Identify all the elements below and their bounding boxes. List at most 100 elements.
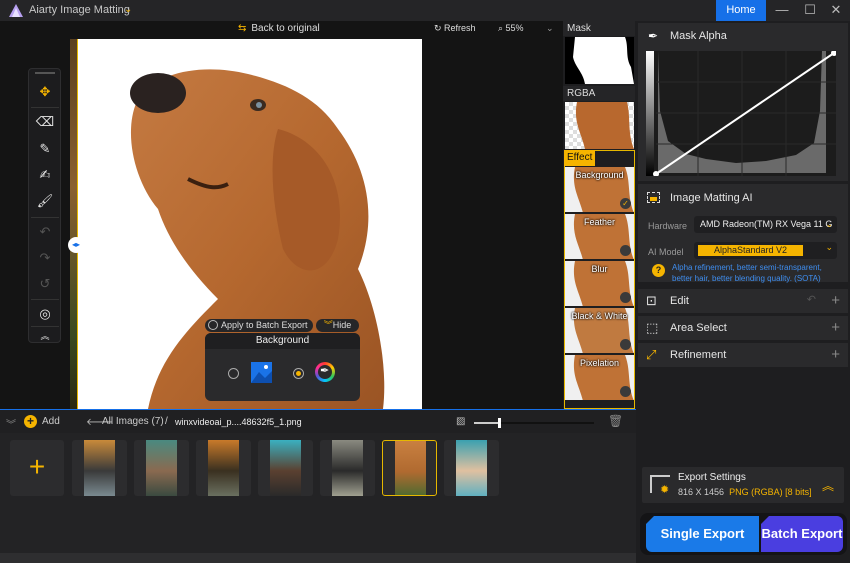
zoom-dropdown-chevron-icon[interactable]: ⌄ (546, 23, 554, 34)
double-chevron-up-icon[interactable]: ︽ (822, 477, 834, 494)
rgba-label: RGBA (563, 86, 635, 101)
gallery-thumbnail[interactable] (196, 440, 251, 496)
undo-icon[interactable]: ↶ (807, 293, 816, 306)
compare-slider-handle[interactable]: ◂▸ (68, 237, 84, 253)
color-background-radio[interactable] (293, 368, 304, 379)
thumbnail-image (395, 441, 426, 495)
effect-label: Effect (564, 150, 595, 166)
move-tool-icon[interactable]: ✥ (33, 82, 57, 102)
mask-alpha-section: ✒ Mask Alpha (638, 23, 848, 181)
refinement-title: Refinement (670, 349, 727, 361)
effect-item[interactable]: Blur (565, 261, 634, 307)
tool-palette: ✥ ⌫ ✎ ✍ 🖌 ↶ ↷ ↺ ◎ ︽ (28, 68, 61, 343)
paint-tool-icon[interactable]: ✍ (33, 165, 57, 185)
gallery-thumbnail[interactable] (382, 440, 437, 496)
refresh-icon: ↻ (434, 23, 445, 33)
effect-label: Feather (583, 217, 616, 227)
close-button[interactable]: ✕ (822, 0, 850, 21)
gear-icon: ✹ (660, 484, 670, 496)
effect-item[interactable]: Feather (565, 214, 634, 260)
expand-plus-icon[interactable]: + (831, 346, 840, 363)
gallery-thumbnail[interactable] (258, 440, 313, 496)
area-select-icon: ⬚ (646, 320, 659, 335)
add-image-tile[interactable]: + (10, 440, 64, 496)
refresh-label: Refresh (444, 23, 476, 33)
ai-model-select[interactable]: AlphaStandard V2 ⌄ (694, 242, 837, 259)
color-picker-icon[interactable]: ✒ (315, 362, 335, 382)
minimize-button[interactable]: — (768, 0, 796, 21)
effect-item[interactable]: Pixelation (565, 355, 634, 401)
crop-edit-icon: ⊡ (646, 293, 657, 308)
effect-label: Black & White (571, 311, 628, 321)
area-select-section[interactable]: ⬚ Area Select + (638, 316, 848, 340)
export-format: PNG (RGBA) [8 bits] (729, 487, 812, 497)
fit-view-icon[interactable]: ◎ (33, 304, 57, 324)
edit-section[interactable]: ⊡ Edit ↶ + (638, 289, 848, 313)
eyedropper-icon[interactable]: ✒ (648, 29, 658, 43)
thumbnail-image (456, 440, 487, 496)
status-bar (0, 553, 636, 563)
collapse-gallery-icon[interactable]: ︾ (6, 416, 16, 431)
edit-title: Edit (670, 295, 689, 307)
trash-icon[interactable]: 🗑 (608, 414, 623, 428)
zoom-level: 55% (505, 23, 524, 33)
slider-handle[interactable] (498, 418, 501, 428)
canvas-toolbar: ⇆ Back to original ↻ Refresh ⌕ 55% ⌄ (0, 21, 563, 39)
add-icon[interactable]: + (24, 415, 37, 428)
alpha-curve-editor[interactable] (646, 51, 836, 176)
hide-label: Hide (332, 320, 352, 330)
app-title: Aiarty Image Matting (29, 4, 130, 16)
help-icon[interactable]: ? (652, 264, 665, 277)
effect-item[interactable]: Background ✓ (565, 167, 634, 213)
batch-export-button[interactable]: Batch Export (761, 516, 843, 552)
rgba-preview[interactable] (565, 102, 634, 149)
single-export-button[interactable]: Single Export (646, 516, 759, 552)
refinement-section[interactable]: ⤢ Refinement + (638, 343, 848, 367)
app-menu-chevron-icon[interactable]: ⌄ (124, 4, 132, 15)
effect-label: Background (575, 170, 624, 180)
ai-model-value: AlphaStandard V2 (698, 245, 803, 256)
reset-icon[interactable]: ↺ (33, 274, 57, 294)
collapse-tools-icon[interactable]: ︽ (33, 326, 57, 346)
refresh-button[interactable]: ↻ Refresh (434, 23, 476, 34)
roller-tool-icon[interactable]: 🖌 (33, 191, 57, 211)
background-panel-title: Background (205, 333, 360, 349)
effect-item[interactable]: Black & White (565, 308, 634, 354)
eraser-tool-icon[interactable]: ⌫ (33, 112, 57, 132)
gallery-thumbnail[interactable] (72, 440, 127, 496)
title-bar: Aiarty Image Matting ⌄ Home — ☐ ✕ (0, 0, 850, 21)
image-background-icon[interactable] (251, 362, 272, 383)
export-dimensions-line: 816 X 1456 PNG (RGBA) [8 bits] (678, 487, 812, 497)
hardware-select[interactable]: AMD Radeon(TM) RX Vega 11 G ⌄ (694, 216, 837, 233)
image-background-radio[interactable] (228, 368, 239, 379)
hardware-label: Hardware (648, 221, 688, 231)
gallery-thumbnail[interactable] (134, 440, 189, 496)
thumbnail-size-icon: ▨ (456, 416, 466, 427)
expand-plus-icon[interactable]: + (831, 319, 840, 336)
thumbnail-image (146, 440, 177, 496)
apply-batch-label: Apply to Batch Export (221, 320, 308, 330)
home-button[interactable]: Home (716, 0, 766, 21)
gallery-thumbnail[interactable] (444, 440, 499, 496)
palette-drag-handle[interactable] (35, 72, 55, 74)
brush-tool-icon[interactable]: ✎ (33, 139, 57, 159)
checkmark-icon: ✓ (620, 198, 631, 209)
chevron-down-icon: ⌄ (825, 242, 833, 252)
app-window: Aiarty Image Matting ⌄ Home — ☐ ✕ ⇆ Back … (0, 0, 850, 563)
hide-button[interactable]: ︾Hide (316, 319, 359, 332)
double-chevron-down-icon: ︾ (323, 320, 333, 330)
mask-preview[interactable] (565, 37, 634, 84)
export-settings[interactable]: ✹ Export Settings 816 X 1456 PNG (RGBA) … (642, 467, 844, 503)
all-images-link[interactable]: All Images (7) (102, 416, 164, 427)
apply-to-batch-export-toggle[interactable]: Apply to Batch Export (205, 319, 313, 332)
redo-icon[interactable]: ↷ (33, 248, 57, 268)
zoom-control[interactable]: ⌕ 55% (498, 23, 524, 34)
slider-fill (474, 422, 498, 424)
add-button[interactable]: Add (42, 416, 60, 427)
maximize-button[interactable]: ☐ (796, 0, 824, 21)
back-to-original-button[interactable]: ⇆ Back to original (238, 23, 320, 34)
undo-icon[interactable]: ↶ (33, 222, 57, 242)
divider (31, 107, 59, 108)
expand-plus-icon[interactable]: + (831, 292, 840, 309)
gallery-thumbnail[interactable] (320, 440, 375, 496)
